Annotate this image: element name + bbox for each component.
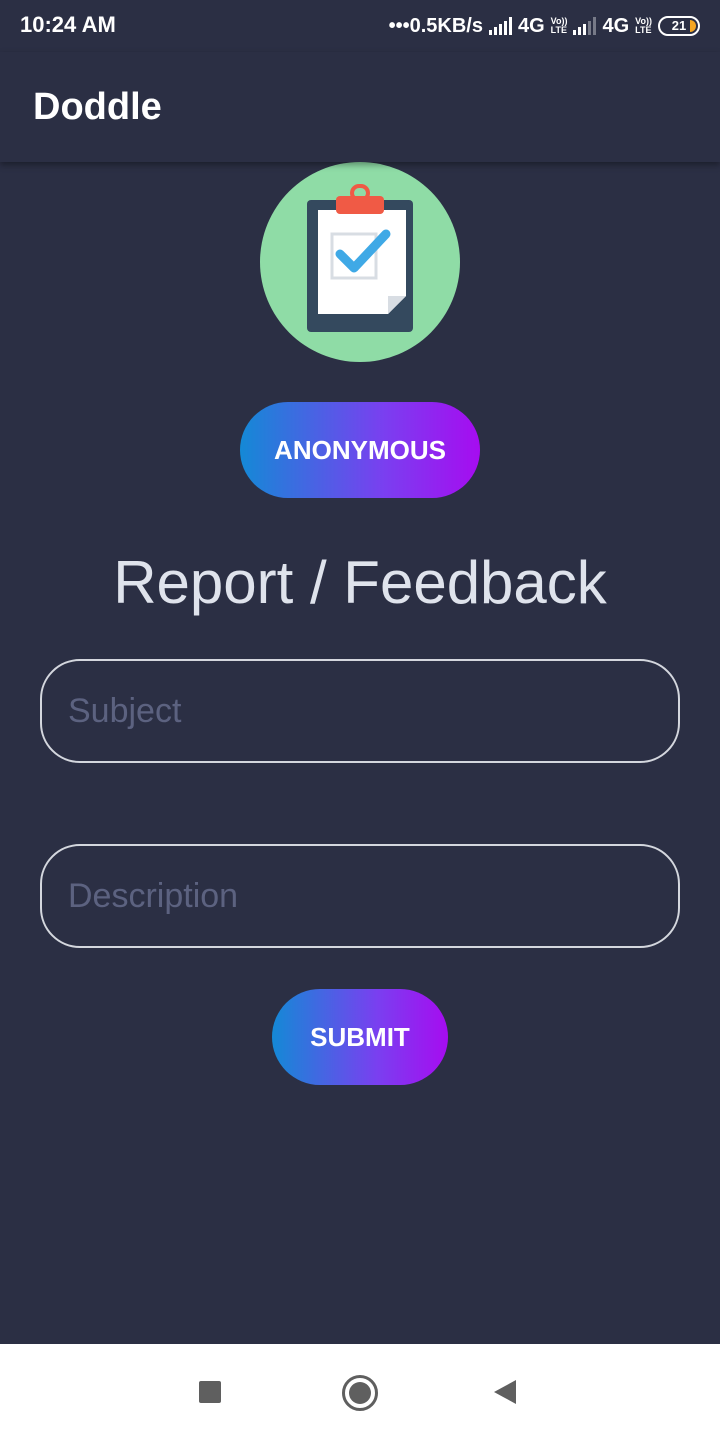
battery-icon: 21 (658, 16, 700, 36)
clipboard-check-icon (260, 162, 460, 362)
network-type-2: 4G (602, 14, 630, 37)
volte-icon: Vo)) LTE (551, 17, 568, 35)
signal-strength-icon (488, 17, 512, 35)
signal-strength-2-icon (573, 17, 597, 35)
volte-bottom: LTE (550, 25, 567, 35)
status-indicators: •••0.5KB/s 4G Vo)) LTE 4G Vo)) LTE 21 (389, 12, 700, 40)
battery-charge-indicator (690, 20, 696, 32)
app-bar: Doddle (0, 52, 720, 162)
back-triangle-icon[interactable] (494, 1380, 516, 1404)
volte-2-bottom: LTE (635, 25, 652, 35)
home-circle-icon[interactable] (342, 1375, 378, 1411)
battery-level: 21 (671, 18, 687, 33)
network-type-1: 4G (517, 14, 545, 37)
volte-2-icon: Vo)) LTE (635, 17, 652, 35)
system-nav-bar (0, 1344, 720, 1440)
clipboard-illustration (307, 184, 413, 332)
description-input[interactable] (40, 844, 680, 948)
anonymous-button[interactable]: ANONYMOUS (240, 402, 480, 498)
status-time: 10:24 AM (20, 12, 116, 37)
status-bar: 10:24 AM •••0.5KB/s 4G Vo)) LTE 4G Vo)) … (0, 0, 720, 52)
page-heading: Report / Feedback (113, 549, 607, 616)
recents-square-icon[interactable] (199, 1381, 221, 1403)
submit-button[interactable]: SUBMIT (272, 989, 448, 1085)
network-speed: •••0.5KB/s (388, 14, 483, 37)
subject-input[interactable] (40, 659, 680, 763)
app-title: Doddle (33, 86, 162, 128)
